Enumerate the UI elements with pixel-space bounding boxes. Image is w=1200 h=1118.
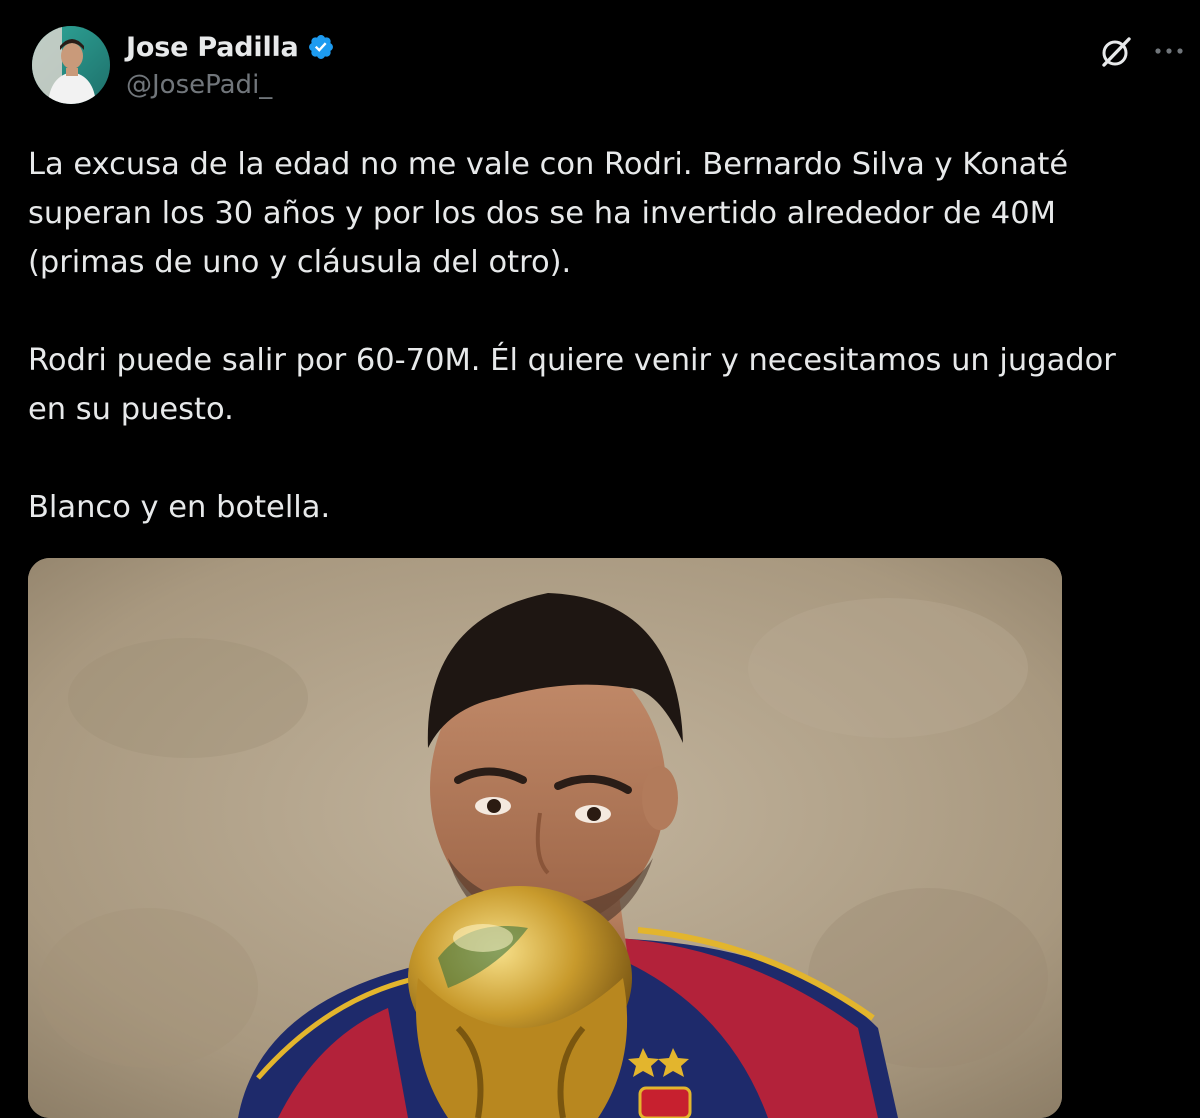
grok-icon[interactable] [1096,32,1136,72]
author-handle[interactable]: @JosePadi_ [126,70,335,100]
author-names: Jose Padilla @JosePadi_ [126,30,335,100]
verified-badge-icon[interactable] [307,33,335,61]
tweet-paragraph: Rodri puede salir por 60-70M. Él quiere … [28,343,1116,427]
author-display-name[interactable]: Jose Padilla [126,32,299,63]
tweet-header: Jose Padilla @JosePadi_ [28,24,1183,114]
more-dots-icon[interactable] [1152,36,1186,66]
tweet-media-photo[interactable] [28,558,1062,1118]
author-avatar[interactable] [32,26,110,104]
tweet-paragraph: La excusa de la edad no me vale con Rodr… [28,147,1069,280]
tweet-paragraph: Blanco y en botella. [28,490,331,525]
tweet-card[interactable]: Jose Padilla @JosePadi_ La excusa de la … [0,0,1200,1118]
display-name-row: Jose Padilla [126,30,335,64]
tweet-body: La excusa de la edad no me vale con Rodr… [28,140,1178,581]
